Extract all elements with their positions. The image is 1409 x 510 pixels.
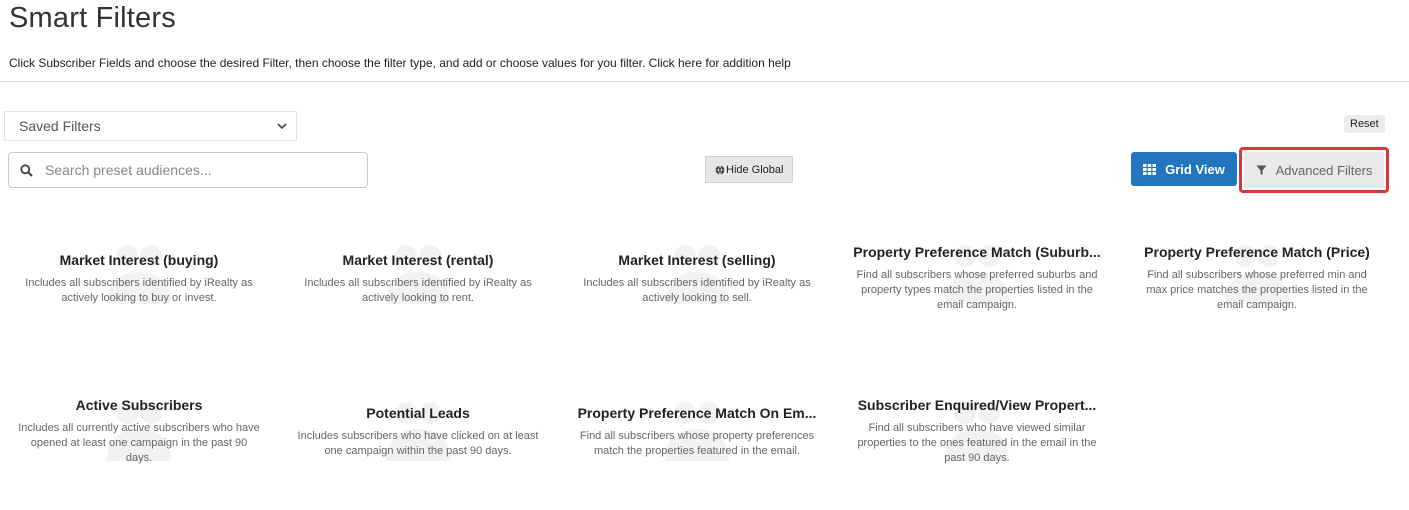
advanced-filters-button[interactable]: Advanced Filters [1244, 152, 1384, 188]
card-description: Find all subscribers whose preferred min… [1146, 269, 1368, 311]
card-description: Includes all currently active subscriber… [18, 422, 260, 464]
advanced-filters-label: Advanced Filters [1275, 162, 1373, 178]
card-title: Potential Leads [366, 405, 470, 421]
card-description: Includes all subscribers identified by i… [583, 277, 811, 304]
grid-icon [1143, 163, 1157, 175]
card-description: Includes subscribers who have clicked on… [297, 430, 539, 457]
card-title: Property Preference Match On Em... [577, 405, 817, 421]
header-divider [0, 81, 1409, 82]
card-title: Active Subscribers [75, 397, 203, 413]
card-title: Market Interest (selling) [618, 252, 776, 268]
card-description: Includes all subscribers identified by i… [25, 277, 253, 304]
grid-view-button[interactable]: Grid View [1131, 152, 1237, 186]
search-icon [20, 163, 33, 177]
search-box [8, 152, 368, 188]
grid-view-label: Grid View [1165, 161, 1225, 177]
reset-button[interactable]: Reset [1344, 115, 1385, 133]
filter-card[interactable]: Property Preference Match (Suburb... Fin… [838, 244, 1116, 313]
filter-card[interactable]: Market Interest (selling) Includes all s… [558, 245, 836, 306]
filter-card[interactable]: Active Subscribers Includes all currentl… [0, 397, 278, 466]
filter-card[interactable]: Market Interest (rental) Includes all su… [279, 245, 557, 306]
filter-card[interactable]: Subscriber Enquired/View Propert... Find… [838, 397, 1116, 466]
filter-card[interactable]: Market Interest (buying) Includes all su… [0, 245, 278, 306]
filter-icon [1256, 165, 1267, 175]
saved-filters-label: Saved Filters [19, 118, 101, 134]
globe-icon [715, 165, 725, 174]
hide-global-label: Hide Global [726, 163, 784, 176]
card-description: Find all subscribers whose preferred sub… [856, 269, 1098, 311]
page-subtitle: Click Subscriber Fields and choose the d… [9, 56, 791, 70]
card-description: Find all subscribers who have viewed sim… [857, 422, 1097, 464]
card-title: Subscriber Enquired/View Propert... [857, 397, 1097, 413]
page-title: Smart Filters [9, 2, 176, 34]
saved-filters-select[interactable]: Saved Filters [4, 111, 297, 141]
chevron-down-icon [277, 123, 287, 130]
card-description: Includes all subscribers identified by i… [304, 277, 532, 304]
card-title: Property Preference Match (Price) [1144, 244, 1370, 260]
hide-global-button[interactable]: Hide Global [705, 156, 794, 183]
filter-card[interactable]: Property Preference Match On Em... Find … [558, 402, 836, 461]
card-title: Property Preference Match (Suburb... [853, 244, 1101, 260]
card-title: Market Interest (buying) [59, 252, 219, 268]
search-input[interactable] [43, 161, 347, 179]
filter-card[interactable]: Potential Leads Includes subscribers who… [279, 402, 557, 461]
filter-card[interactable]: Property Preference Match (Price) Find a… [1118, 244, 1396, 313]
card-description: Find all subscribers whose property pref… [579, 430, 815, 457]
card-title: Market Interest (rental) [342, 252, 494, 268]
